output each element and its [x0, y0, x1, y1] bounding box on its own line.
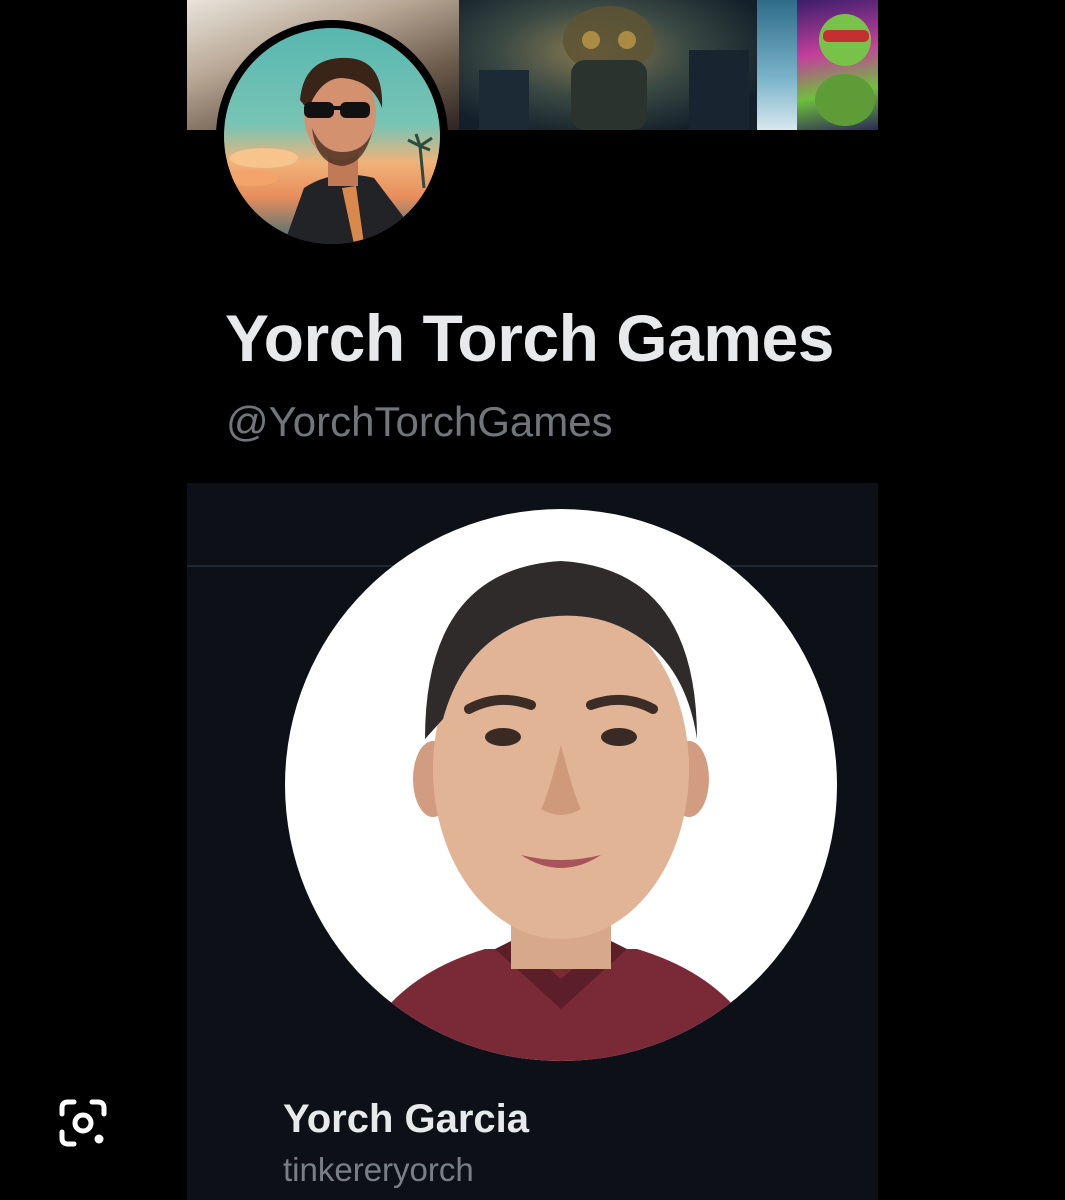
banner-turtle-figure [815, 14, 875, 126]
image-search-lens-icon[interactable] [56, 1096, 110, 1150]
profile-avatar[interactable] [216, 20, 448, 252]
avatar-illustration [224, 28, 440, 244]
banner-artwork-3 [757, 0, 797, 130]
avatar-man-sunglasses-illustration [226, 57, 433, 244]
profile-display-name: Yorch Torch Games [225, 301, 834, 375]
linked-profile-name: Yorch Garcia [283, 1097, 530, 1141]
banner-artwork-2 [459, 0, 757, 130]
banner-robot-figure [479, 6, 749, 130]
linked-profile-username: tinkereryorch [283, 1151, 474, 1188]
profile-handle: @YorchTorchGames [226, 398, 613, 445]
screenshot-canvas: Yorch Torch Games @YorchTorchGames Yorch… [0, 0, 1065, 1200]
profile-header: Yorch Torch Games @YorchTorchGames [187, 0, 878, 483]
avatar-photo-man [355, 561, 767, 1061]
lens-icon-glyph [59, 1099, 107, 1147]
linked-profile-avatar[interactable] [285, 509, 837, 1061]
banner-artwork-4 [797, 0, 878, 130]
linked-profile-card: Yorch Garcia tinkereryorch [187, 483, 878, 1200]
